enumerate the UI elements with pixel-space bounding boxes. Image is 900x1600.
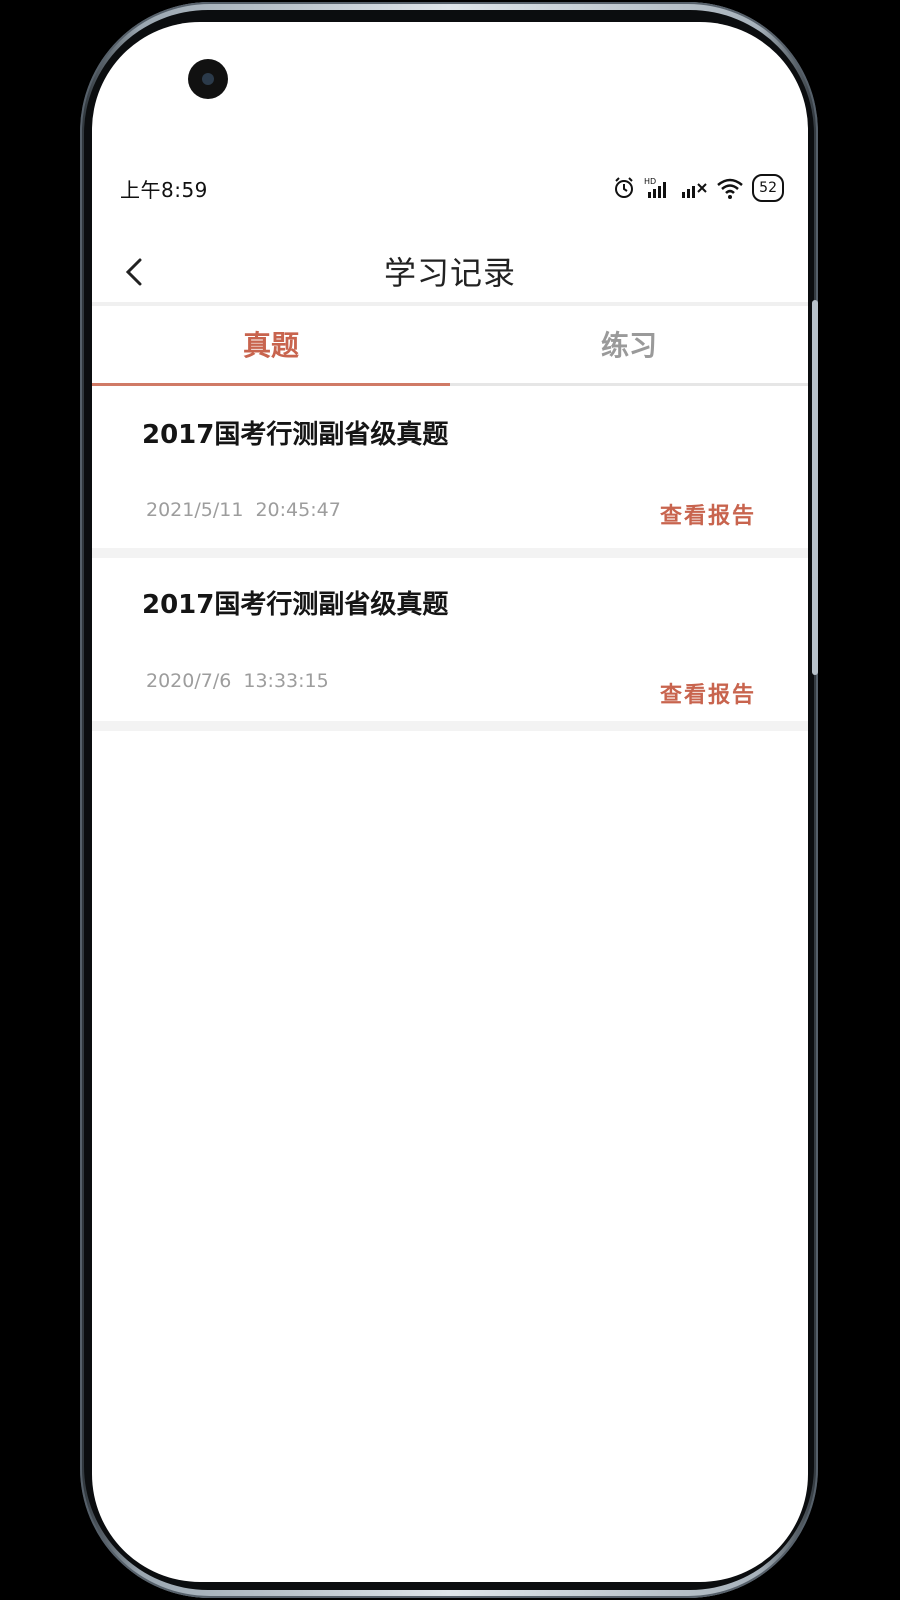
view-report-button[interactable]: 查看报告 (660, 498, 756, 530)
view-report-button[interactable]: 查看报告 (660, 677, 756, 709)
status-icons: HD 52 (612, 174, 784, 202)
power-button (812, 575, 818, 675)
record-title: 2017国考行测副省级真题 (142, 420, 449, 450)
battery-icon: 52 (752, 174, 784, 202)
tab-practice[interactable]: 练习 (450, 312, 808, 386)
hd-signal-icon: HD (644, 176, 672, 200)
list-item[interactable]: 2017国考行测副省级真题 2021/5/11 20:45:47 查看报告 (92, 388, 808, 558)
header-divider (92, 302, 808, 306)
status-bar: 上午8:59 HD 52 (120, 174, 784, 204)
app-screen: 上午8:59 HD 52 学习记录 真题 练习 2017国考行测副省级真题 20… (92, 22, 808, 1582)
record-timestamp: 2021/5/11 20:45:47 (146, 499, 341, 521)
signal-icon (680, 176, 708, 200)
record-title: 2017国考行测副省级真题 (142, 590, 449, 620)
volume-button (812, 300, 818, 580)
alarm-icon (612, 176, 636, 200)
wifi-icon (716, 176, 744, 200)
record-timestamp: 2020/7/6 13:33:15 (146, 670, 329, 692)
tab-real-exam[interactable]: 真题 (92, 312, 450, 386)
tab-label: 真题 (242, 329, 299, 362)
hd-label: HD (644, 177, 656, 186)
status-time: 上午8:59 (120, 178, 208, 202)
front-camera (188, 59, 228, 99)
tab-indicator (92, 383, 450, 386)
record-list: 2017国考行测副省级真题 2021/5/11 20:45:47 查看报告 20… (92, 388, 808, 731)
tab-label: 练习 (600, 329, 657, 362)
header: 学习记录 (92, 240, 808, 302)
page-title: 学习记录 (383, 254, 516, 292)
tab-indicator (450, 383, 808, 386)
list-item[interactable]: 2017国考行测副省级真题 2020/7/6 13:33:15 查看报告 (92, 558, 808, 731)
tab-bar: 真题 练习 (92, 312, 808, 386)
